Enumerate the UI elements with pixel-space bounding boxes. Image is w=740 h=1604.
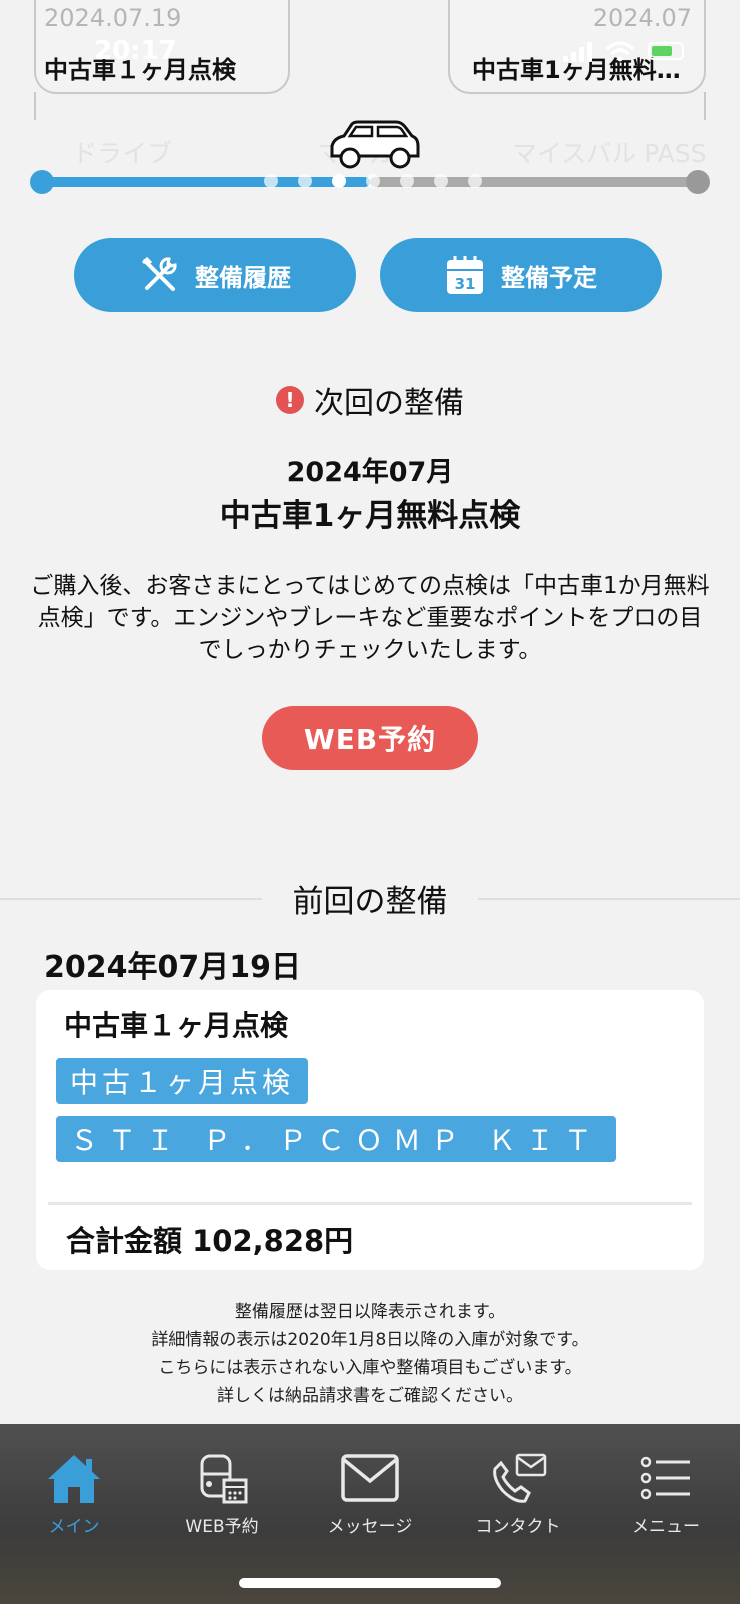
maintenance-record-card[interactable]: 中古車１ヶ月点検 中古１ヶ月点検 ＳＴＩ Ｐ．ＰＣＯＭＰ ＫＩＴ 合計金額 10… xyxy=(36,990,704,1270)
nav-item-web-reservation[interactable]: WEB予約 xyxy=(148,1446,296,1537)
nav-item-main[interactable]: メイン xyxy=(0,1446,148,1537)
card-divider xyxy=(48,1202,692,1205)
note-line: 詳細情報の表示は2020年1月8日以降の入庫が対象です。 xyxy=(151,1330,589,1350)
home-indicator xyxy=(239,1578,501,1588)
next-heading-text: 次回の整備 xyxy=(314,386,464,421)
history-label: 整備履歴 xyxy=(195,263,291,292)
nav-item-contact[interactable]: コンタクト xyxy=(444,1446,592,1537)
record-title: 中古車１ヶ月点検 xyxy=(64,1009,289,1042)
bubble-date: 2024.07.19 xyxy=(44,4,182,32)
previous-maintenance-heading: 前回の整備 xyxy=(262,876,478,921)
car-icon xyxy=(330,120,420,169)
note-line: こちらには表示されない入庫や整備項目もございます。 xyxy=(158,1358,582,1378)
calendar-day: 31 xyxy=(455,275,476,293)
nav-label: メッセージ xyxy=(327,1517,413,1537)
timeline-start-dot xyxy=(30,170,54,194)
schedule-label: 整備予定 xyxy=(501,263,597,292)
bubble-date: 2024.07 xyxy=(592,4,692,32)
signal-icon xyxy=(563,40,592,62)
next-maintenance-heading: ! 次回の整備 xyxy=(0,378,740,422)
web-reservation-button[interactable]: WEB予約 xyxy=(262,706,478,770)
phone-mail-icon xyxy=(493,1453,547,1503)
timeline-label-left: ドライブ xyxy=(72,139,173,168)
timeline-label-right: マイスバル PASS xyxy=(512,139,707,168)
battery-icon xyxy=(648,42,684,60)
record-total: 合計金額 102,828円 xyxy=(66,1224,354,1258)
bottom-nav: メイン WEB予約 メッセージ コンタクト メニュー xyxy=(0,1424,740,1604)
maintenance-schedule-button[interactable]: 31 整備予定 xyxy=(380,238,662,312)
nav-item-menu[interactable]: メニュー xyxy=(592,1446,740,1537)
home-icon xyxy=(48,1455,100,1503)
notes: 整備履歴は翌日以降表示されます。 詳細情報の表示は2020年1月8日以降の入庫が… xyxy=(0,1298,740,1410)
wifi-icon xyxy=(606,41,634,62)
next-maintenance-title: 中古車1ヶ月無料点検 xyxy=(219,498,521,534)
calendar-icon: 31 xyxy=(447,256,483,294)
tools-icon xyxy=(141,256,177,291)
record-tag: ＳＴＩ Ｐ．ＰＣＯＭＰ ＫＩＴ xyxy=(56,1116,616,1162)
bubble-tail xyxy=(690,92,706,120)
previous-maintenance-date: 2024年07月19日 xyxy=(44,950,301,985)
nav-label: メイン xyxy=(48,1517,100,1537)
nav-label: WEB予約 xyxy=(185,1517,259,1537)
timeline-end-dot xyxy=(686,170,710,194)
nav-label: コンタクト xyxy=(475,1517,561,1537)
menu-list-icon xyxy=(640,1456,690,1500)
next-maintenance-date: 2024年07月 xyxy=(286,457,454,488)
bubble-tail xyxy=(34,92,50,120)
status-time: 20:17 xyxy=(94,36,177,66)
note-line: 詳しくは納品請求書をご確認ください。 xyxy=(217,1386,523,1406)
nav-label: メニュー xyxy=(632,1517,700,1537)
nav-item-messages[interactable]: メッセージ xyxy=(296,1446,444,1537)
maintenance-history-button[interactable]: 整備履歴 xyxy=(74,238,356,312)
next-maintenance-description: ご購入後、お客さまにとってはじめての点検は「中古車1か月無料点検」です。エンジン… xyxy=(30,573,710,663)
mail-icon xyxy=(341,1454,399,1502)
status-icons xyxy=(563,40,684,62)
timeline-track[interactable] xyxy=(30,170,710,194)
car-calendar-icon xyxy=(200,1454,248,1504)
note-line: 整備履歴は翌日以降表示されます。 xyxy=(234,1302,506,1322)
record-tag: 中古１ヶ月点検 xyxy=(56,1058,309,1104)
alert-icon: ! xyxy=(276,386,304,414)
timeline-page-dots xyxy=(264,174,482,188)
